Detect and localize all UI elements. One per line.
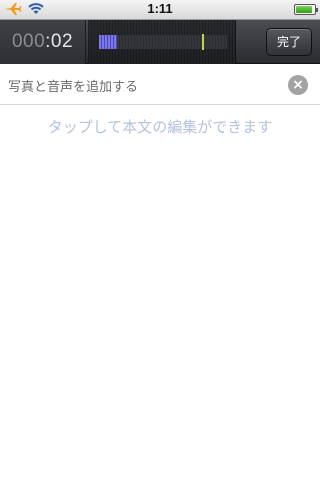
level-meter-track (99, 35, 227, 49)
recording-timer: 000:02 (0, 20, 86, 64)
battery-level (296, 6, 312, 13)
timer-leading-digits: 000 (11, 31, 46, 52)
attachment-label: 写真と音声を追加する (8, 80, 139, 95)
level-meter-peak (202, 34, 204, 50)
status-bar: 1:11 (0, 0, 320, 20)
level-meter (88, 20, 236, 64)
done-button[interactable]: 完了 (266, 28, 312, 56)
status-time: 1:11 (147, 1, 173, 16)
timer-seconds: :02 (45, 31, 74, 52)
attachment-row[interactable]: 写真と音声を追加する × (0, 65, 320, 105)
battery-icon (294, 4, 318, 15)
note-body-area[interactable]: タップして本文の編集ができます (0, 106, 320, 480)
clear-icon[interactable]: × (288, 75, 308, 95)
level-meter-fill (99, 35, 117, 49)
recorder-toolbar: 000:02 完了 (0, 20, 320, 64)
body-placeholder: タップして本文の編集ができます (47, 118, 273, 136)
